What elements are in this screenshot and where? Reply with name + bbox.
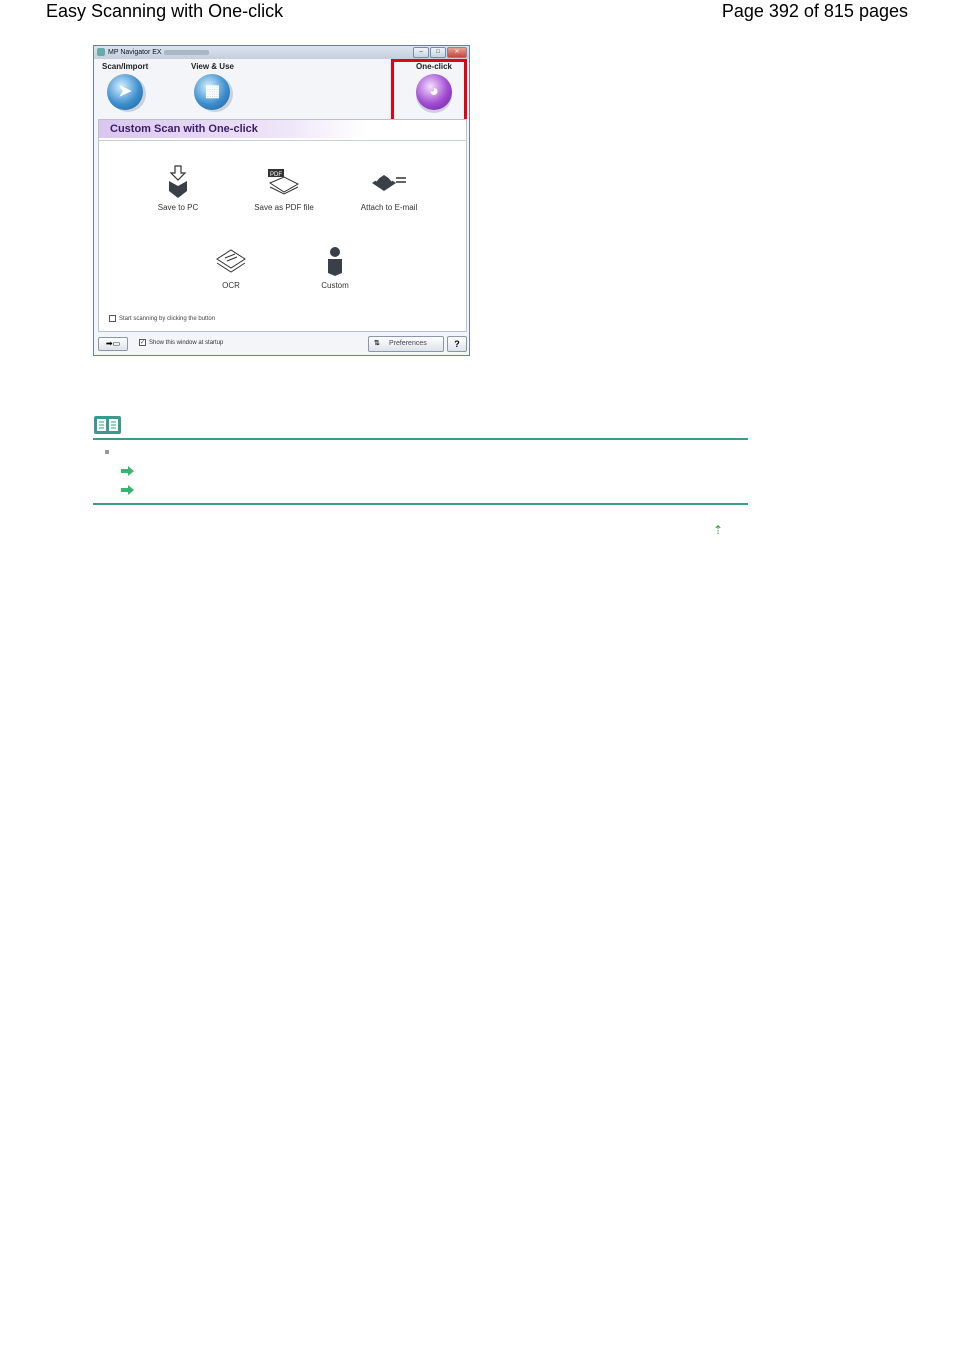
note-top-rule (93, 438, 748, 440)
close-icon[interactable]: ✕ (447, 47, 467, 58)
custom-label: Custom (321, 281, 349, 290)
attach-to-email-button[interactable]: Attach to E-mail (349, 165, 429, 212)
page-header: Easy Scanning with One-click Page 392 of… (0, 0, 954, 24)
page-top-arrow-icon[interactable]: ⇡ (713, 523, 723, 537)
ocr-icon (216, 249, 246, 273)
window-bottom-bar: ➡▭ ✓ Show this window at startup ⇅ Prefe… (94, 333, 469, 355)
note-bottom-rule (93, 503, 748, 505)
link-arrow-icon[interactable] (121, 485, 135, 495)
app-icon (97, 48, 105, 56)
pdf-badge-text: PDF (270, 172, 282, 178)
jump-menu-button[interactable]: ➡▭ (98, 337, 128, 351)
panel-divider (99, 140, 466, 141)
start-scanning-label: Start scanning by clicking the button (119, 315, 216, 322)
pdf-file-icon: PDF (268, 169, 300, 195)
window-titlebar: MP Navigator EX – □ ✕ (94, 46, 469, 59)
custom-button[interactable]: Custom (295, 245, 375, 290)
document-title: Easy Scanning with One-click (46, 1, 284, 21)
ocr-button[interactable]: OCR (191, 245, 271, 290)
save-as-pdf-label: Save as PDF file (254, 203, 314, 212)
show-at-startup-checkbox[interactable]: ✓ (139, 339, 146, 346)
save-to-pc-button[interactable]: Save to PC (138, 165, 218, 212)
ocr-label: OCR (222, 281, 240, 290)
attach-to-email-label: Attach to E-mail (360, 203, 418, 212)
page-number: Page 392 of 815 pages (721, 1, 908, 21)
save-to-pc-label: Save to PC (157, 203, 199, 212)
custom-scan-panel: Custom Scan with One-click Save to PC PD… (98, 119, 467, 332)
save-to-pc-icon (169, 165, 187, 198)
blurred-title-suffix (164, 50, 209, 55)
person-icon (328, 247, 342, 276)
grid-view-icon: ▦ (194, 74, 231, 110)
minimize-icon[interactable]: – (413, 47, 429, 58)
maximize-icon[interactable]: □ (430, 47, 446, 58)
window-controls: – □ ✕ (413, 47, 467, 58)
tab-view-use-label: View & Use (191, 62, 234, 71)
preferences-label: Preferences (389, 340, 427, 347)
preferences-icon: ⇅ (374, 340, 380, 347)
panel-title: Custom Scan with One-click (99, 120, 366, 138)
tab-scan-import[interactable]: Scan/Import ➤ (102, 62, 148, 110)
show-at-startup-option[interactable]: ✓ Show this window at startup (139, 339, 223, 346)
save-as-pdf-button[interactable]: PDF Save as PDF file (244, 165, 324, 212)
start-scanning-checkbox[interactable] (109, 315, 116, 322)
tab-scan-import-label: Scan/Import (102, 62, 149, 71)
note-book-icon (94, 416, 121, 434)
note-bullet (105, 450, 109, 454)
tab-view-use[interactable]: View & Use ▦ (191, 62, 234, 110)
link-arrow-icon[interactable] (121, 466, 135, 476)
start-scanning-option[interactable]: Start scanning by clicking the button (109, 315, 215, 322)
window-title: MP Navigator EX (108, 49, 162, 56)
email-icon (372, 169, 406, 191)
mp-navigator-window: MP Navigator EX – □ ✕ Scan/Import ➤ View… (93, 45, 470, 356)
scanner-icon: ➤ (107, 74, 144, 110)
show-at-startup-label: Show this window at startup (149, 339, 224, 346)
preferences-button[interactable]: ⇅ Preferences (368, 336, 444, 352)
help-button[interactable]: ? (447, 336, 467, 352)
